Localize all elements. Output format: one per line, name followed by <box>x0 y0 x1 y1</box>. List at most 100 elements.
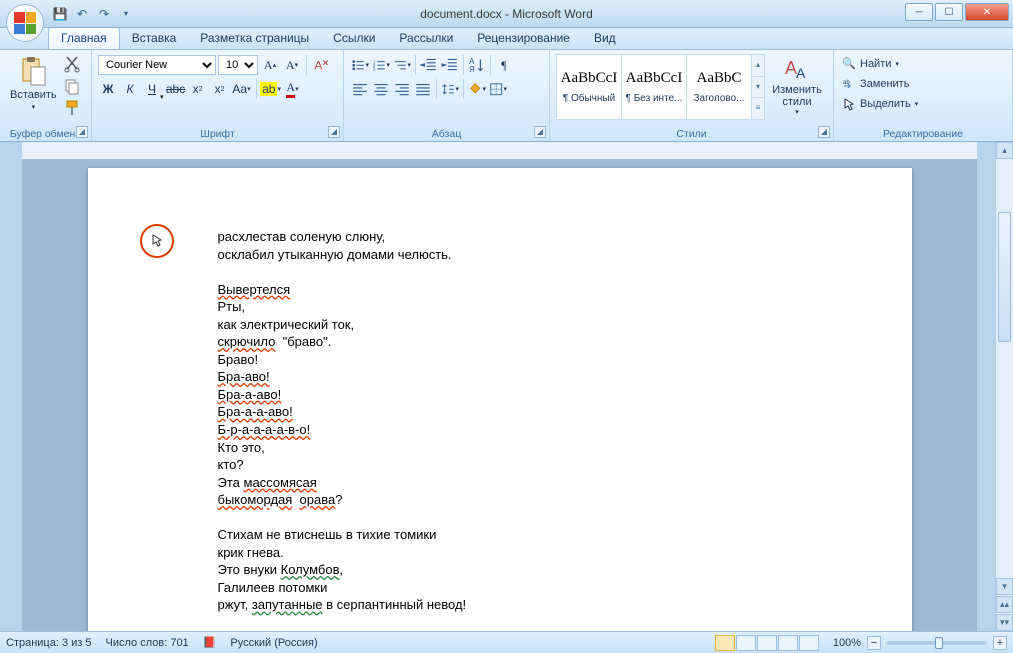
tab-ссылки[interactable]: Ссылки <box>321 28 387 49</box>
styles-gallery[interactable]: AaBbCcI¶ ОбычныйAaBbCcI¶ Без инте...AaBb… <box>556 54 751 120</box>
tab-вид[interactable]: Вид <box>582 28 628 49</box>
shading-button[interactable]: ▾ <box>467 79 487 99</box>
outline-view-button[interactable] <box>778 635 798 651</box>
save-icon[interactable]: 💾 <box>52 6 68 22</box>
document-text[interactable]: расхлестав соленую слюну,осклабил утыкан… <box>218 228 822 631</box>
horizontal-ruler[interactable] <box>22 142 977 160</box>
clipboard-dialog-launcher[interactable]: ◢ <box>76 126 88 138</box>
style-item[interactable]: AaBbCcI¶ Без инте... <box>621 54 687 120</box>
qat-dropdown-icon[interactable]: ▾ <box>118 6 134 22</box>
align-right-button[interactable] <box>392 79 412 99</box>
group-label-font: Шрифт <box>92 128 343 140</box>
increase-indent-button[interactable] <box>440 55 460 75</box>
clear-formatting-button[interactable]: A <box>311 55 331 75</box>
numbering-button[interactable]: 123▾ <box>371 55 391 75</box>
web-layout-view-button[interactable] <box>757 635 777 651</box>
superscript-button[interactable]: x2 <box>210 79 230 99</box>
undo-icon[interactable]: ↶ <box>74 6 90 22</box>
tab-рецензирование[interactable]: Рецензирование <box>465 28 582 49</box>
copy-icon[interactable] <box>63 77 81 95</box>
scroll-thumb[interactable] <box>998 212 1011 342</box>
font-color-button[interactable]: A▾ <box>283 79 303 99</box>
strikethrough-button[interactable]: abc <box>166 79 186 99</box>
cut-icon[interactable] <box>63 55 81 73</box>
status-words[interactable]: Число слов: 701 <box>106 637 189 649</box>
line-spacing-button[interactable]: ▾ <box>440 79 460 99</box>
svg-text:Я: Я <box>469 65 475 74</box>
style-item[interactable]: AaBbCЗаголово... <box>686 54 752 120</box>
group-paragraph: ▾ 123▾ ▾ AЯ ¶ ▾ ▾ ▾ Абзац ◢ <box>344 50 550 141</box>
shrink-font-button[interactable]: A▾ <box>282 55 302 75</box>
page-viewport[interactable]: расхлестав соленую слюну,осклабил утыкан… <box>22 160 977 631</box>
window-controls: ─ ☐ ✕ <box>905 3 1009 21</box>
align-left-button[interactable] <box>350 79 370 99</box>
zoom-out-button[interactable]: − <box>867 636 881 650</box>
justify-button[interactable] <box>413 79 433 99</box>
style-item[interactable]: AaBbCcI¶ Обычный <box>556 54 622 120</box>
ribbon: Вставить ▾ Буфер обмена ◢ Courier New 10… <box>0 50 1013 142</box>
group-font: Courier New 10 A▴ A▾ A Ж К Ч ▾ abc x2 x2… <box>92 50 344 141</box>
close-button[interactable]: ✕ <box>965 3 1009 21</box>
decrease-indent-button[interactable] <box>419 55 439 75</box>
select-button[interactable]: Выделить▾ <box>842 94 1004 114</box>
ribbon-tabs: ГлавнаяВставкаРазметка страницыСсылкиРас… <box>0 28 1013 50</box>
redo-icon[interactable]: ↷ <box>96 6 112 22</box>
font-name-select[interactable]: Courier New <box>98 55 216 75</box>
align-center-button[interactable] <box>371 79 391 99</box>
tab-рассылки[interactable]: Рассылки <box>387 28 465 49</box>
next-page-button[interactable]: ▾▾ <box>996 614 1013 631</box>
office-button[interactable] <box>6 4 44 42</box>
bullets-button[interactable]: ▾ <box>350 55 370 75</box>
page[interactable]: расхлестав соленую слюну,осклабил утыкан… <box>88 168 912 631</box>
paste-label: Вставить <box>10 89 57 101</box>
tab-разметка страницы[interactable]: Разметка страницы <box>188 28 321 49</box>
sort-button[interactable]: AЯ <box>467 55 487 75</box>
change-styles-icon: AA <box>782 54 812 84</box>
group-styles: AaBbCcI¶ ОбычныйAaBbCcI¶ Без инте...AaBb… <box>550 50 834 141</box>
tab-главная[interactable]: Главная <box>48 27 120 49</box>
replace-button[interactable]: abЗаменить <box>842 74 1004 94</box>
highlight-button[interactable]: ab▾ <box>261 79 281 99</box>
status-language[interactable]: Русский (Россия) <box>230 637 317 649</box>
zoom-percent[interactable]: 100% <box>833 637 861 649</box>
draft-view-button[interactable] <box>799 635 819 651</box>
zoom-slider[interactable] <box>887 641 987 645</box>
paste-button[interactable]: Вставить ▾ <box>6 53 61 119</box>
underline-button[interactable]: Ч <box>142 79 162 99</box>
zoom-thumb[interactable] <box>935 637 943 649</box>
change-case-button[interactable]: Aa▾ <box>232 79 252 99</box>
subscript-button[interactable]: x2 <box>188 79 208 99</box>
borders-button[interactable]: ▾ <box>488 79 508 99</box>
styles-dialog-launcher[interactable]: ◢ <box>818 126 830 138</box>
quick-access-toolbar: 💾 ↶ ↷ ▾ <box>52 6 134 22</box>
font-dialog-launcher[interactable]: ◢ <box>328 126 340 138</box>
multilevel-list-button[interactable]: ▾ <box>392 55 412 75</box>
tab-вставка[interactable]: Вставка <box>120 28 189 49</box>
styles-gallery-scroll[interactable]: ▴▾≡ <box>751 54 765 120</box>
find-button[interactable]: 🔍Найти▾ <box>842 54 1004 74</box>
status-page[interactable]: Страница: 3 из 5 <box>6 637 92 649</box>
svg-text:A: A <box>314 59 323 73</box>
format-painter-icon[interactable] <box>63 99 81 117</box>
group-label-editing: Редактирование <box>834 128 1012 140</box>
scroll-down-button[interactable]: ▾ <box>996 578 1013 595</box>
prev-page-button[interactable]: ▴▴ <box>996 596 1013 613</box>
font-size-select[interactable]: 10 <box>218 55 258 75</box>
bold-button[interactable]: Ж <box>98 79 118 99</box>
svg-text:3: 3 <box>373 66 376 71</box>
grow-font-button[interactable]: A▴ <box>260 55 280 75</box>
minimize-button[interactable]: ─ <box>905 3 933 21</box>
change-styles-button[interactable]: AA Изменить стили ▾ <box>769 54 825 116</box>
italic-button[interactable]: К <box>120 79 140 99</box>
chevron-down-icon: ▾ <box>795 108 799 116</box>
zoom-in-button[interactable]: + <box>993 636 1007 650</box>
chevron-down-icon[interactable]: ▾ <box>160 93 164 101</box>
full-screen-view-button[interactable] <box>736 635 756 651</box>
maximize-button[interactable]: ☐ <box>935 3 963 21</box>
paragraph-dialog-launcher[interactable]: ◢ <box>534 126 546 138</box>
show-marks-button[interactable]: ¶ <box>494 55 514 75</box>
proofing-icon[interactable]: 📕 <box>203 636 217 649</box>
scroll-up-button[interactable]: ▴ <box>996 142 1013 159</box>
vertical-scrollbar[interactable]: ▴ ▾ ▴▴ ▾▾ <box>995 142 1013 631</box>
print-layout-view-button[interactable] <box>715 635 735 651</box>
